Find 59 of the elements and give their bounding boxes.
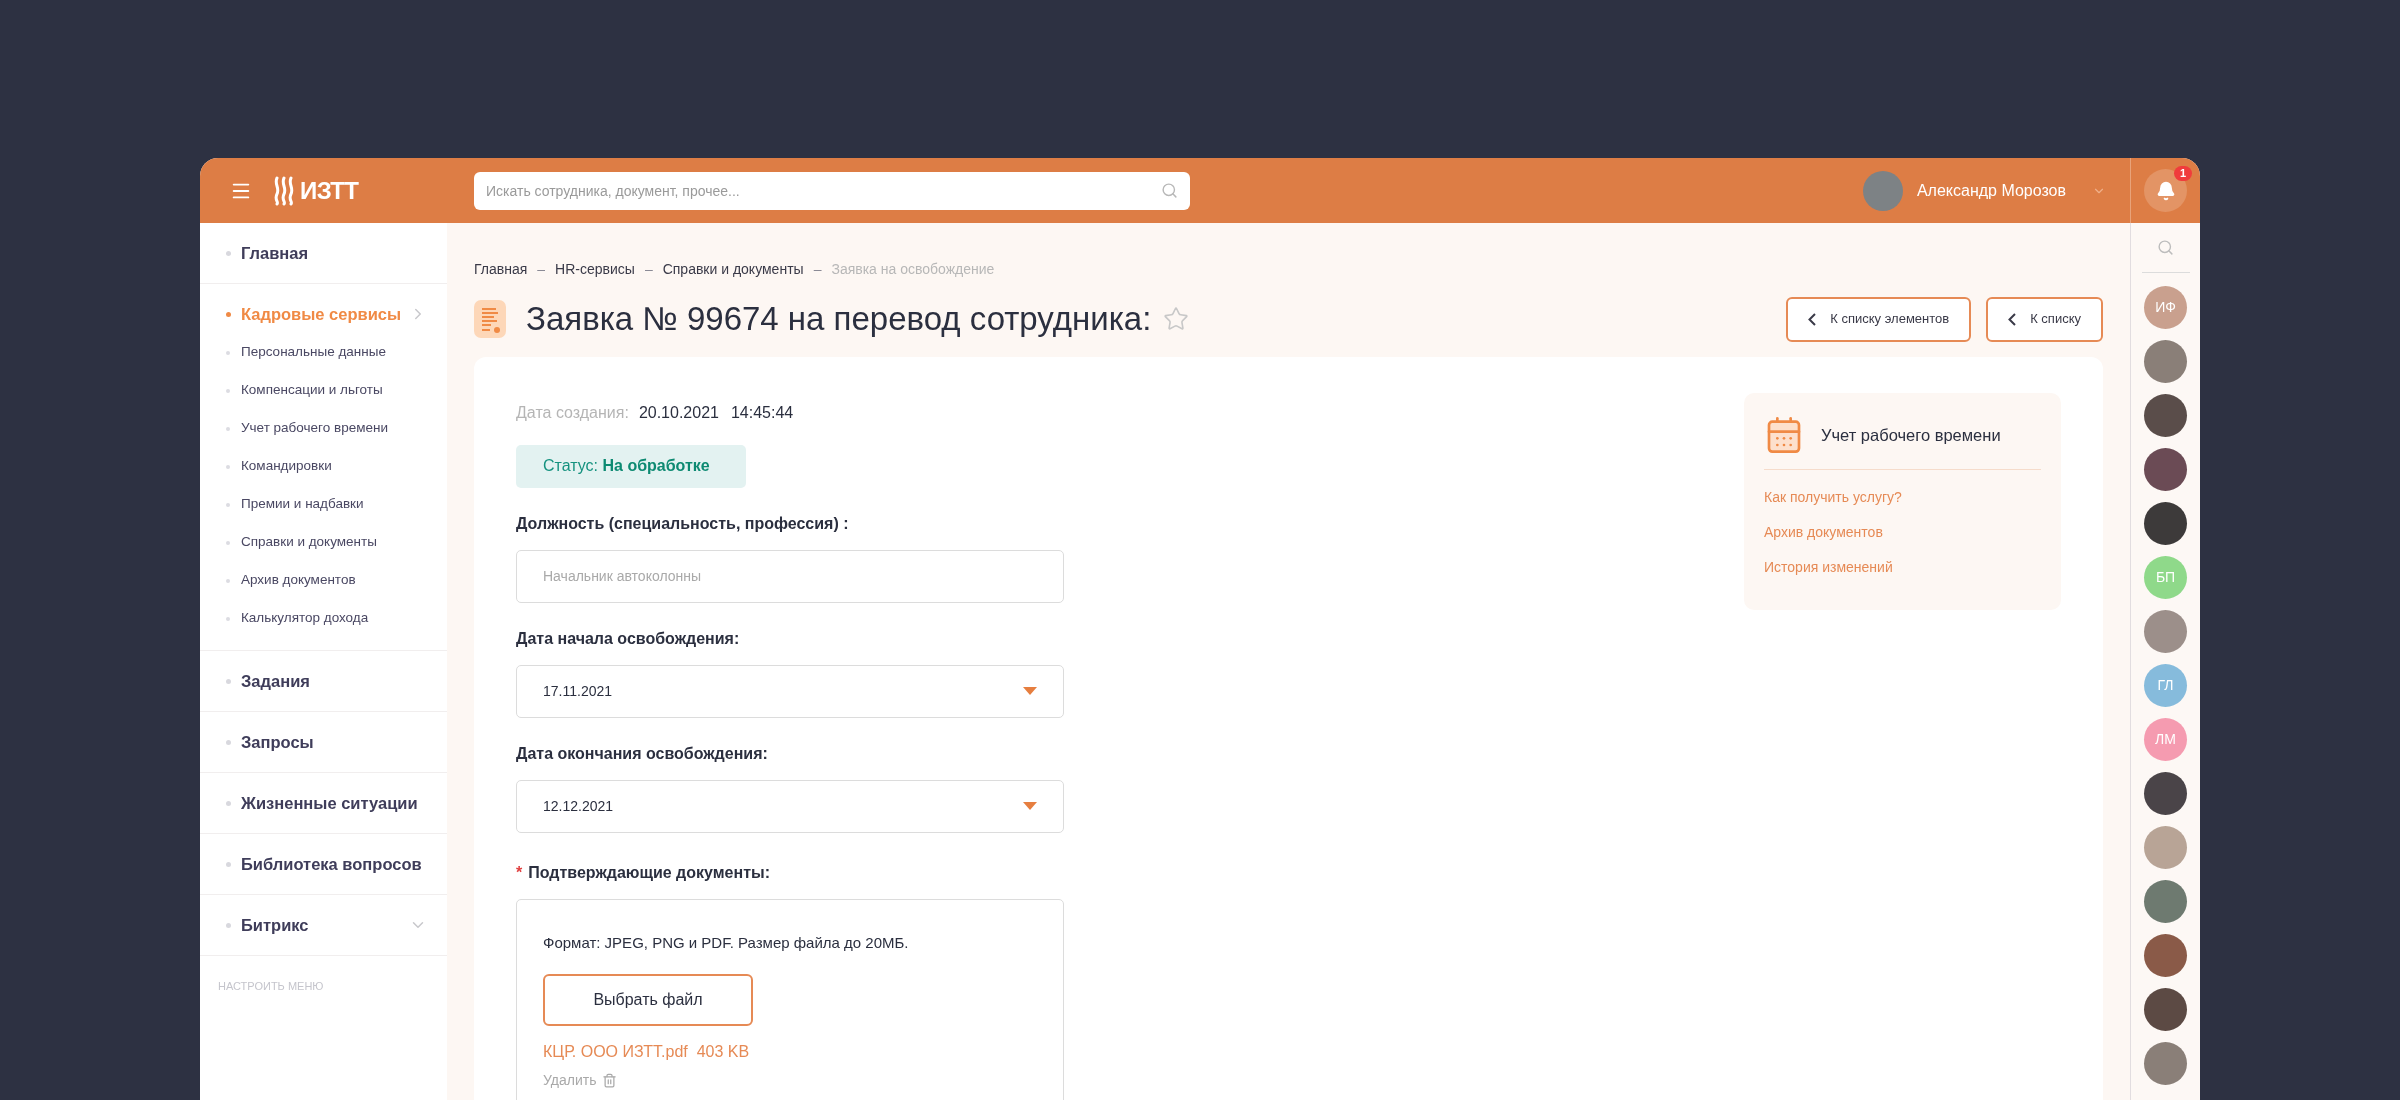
trash-icon[interactable] — [602, 1073, 618, 1089]
text-field[interactable]: Начальник автоколонны — [516, 549, 1064, 603]
required-asterisk: * — [516, 862, 523, 883]
contact-avatar[interactable] — [2144, 934, 2187, 977]
page-title: Заявка № 99674 на перевод сотрудника: — [526, 299, 1152, 340]
flame-logo-icon — [272, 175, 296, 206]
field-label: Подтверждающие документы: — [528, 862, 770, 883]
search-icon[interactable] — [1161, 181, 1178, 199]
search-field[interactable]: Искать сотрудника, документ, прочее... — [474, 171, 1190, 210]
sidebar-item[interactable]: Запросы — [241, 729, 314, 755]
created-date: 20.10.2021 — [638, 403, 719, 423]
chevron-left-icon — [1808, 312, 1817, 326]
sidebar-subitem[interactable]: Персональные данные — [241, 342, 386, 363]
notification-button[interactable] — [2144, 169, 2187, 212]
status-badge: Статус: На обработке — [516, 445, 746, 488]
sidebar-subitem[interactable]: Справки и документы — [241, 532, 377, 553]
star-icon[interactable] — [1163, 306, 1190, 332]
breadcrumb-separator: – — [644, 260, 653, 279]
contact-avatar[interactable] — [2144, 502, 2187, 545]
contact-avatar[interactable] — [2144, 988, 2187, 1031]
sidebar-item[interactable]: Главная — [241, 240, 309, 266]
sidebar-subitem[interactable]: Премии и надбавки — [241, 494, 364, 515]
breadcrumb-separator: – — [813, 260, 822, 279]
contact-avatar[interactable] — [2144, 394, 2187, 437]
sidebar-item[interactable]: Битрикс — [241, 912, 309, 938]
field-label: Должность (специальность, профессия) : — [516, 513, 850, 534]
search-icon[interactable] — [2157, 239, 2174, 256]
field-label: Дата окончания освобождения: — [516, 743, 769, 764]
bell-icon — [2155, 180, 2176, 201]
back-button[interactable]: К списку элементов — [1786, 296, 1972, 342]
breadcrumb-separator: – — [537, 260, 546, 279]
dropdown-triangle-icon — [1023, 802, 1037, 811]
notification-badge: 1 — [2174, 166, 2192, 181]
sidebar-subitem[interactable]: Компенсации и льготы — [241, 380, 383, 401]
logo-text: ИЗТТ — [300, 175, 359, 206]
sidebar-item[interactable]: Жизненные ситуации — [241, 790, 418, 816]
breadcrumb-link[interactable]: HR-сервисы — [555, 259, 635, 280]
choose-file-button[interactable]: Выбрать файл — [543, 974, 753, 1027]
dropdown-triangle-icon — [1023, 687, 1037, 696]
sidebar-subitem[interactable]: Архив документов — [241, 570, 356, 591]
created-label: Дата создания: — [516, 403, 629, 423]
created-time: 14:45:44 — [730, 403, 794, 423]
breadcrumb-link[interactable]: Главная — [474, 259, 528, 280]
panel-title: Учет рабочего времени — [1821, 424, 2001, 446]
chevron-left-icon — [2008, 312, 2017, 326]
format-hint: Формат: JPEG, PNG и PDF. Размер файла до 20МБ. — [543, 932, 909, 953]
sidebar-subitem[interactable]: Учет рабочего времени — [241, 418, 388, 439]
contact-avatar[interactable] — [2144, 448, 2187, 491]
sidebar-item[interactable]: Библиотека вопросов — [241, 851, 422, 877]
breadcrumb-link[interactable]: Справки и документы — [662, 259, 804, 280]
contact-avatar[interactable] — [2144, 772, 2187, 815]
sidebar-subitem[interactable]: Командировки — [241, 456, 332, 477]
date-dropdown[interactable]: 17.11.2021 — [516, 664, 1064, 718]
sidebar-item[interactable]: Задания — [241, 668, 310, 694]
date-dropdown[interactable]: 12.12.2021 — [516, 779, 1064, 833]
field-label: Дата начала освобождения: — [516, 628, 741, 649]
sidebar-subitem[interactable]: Калькулятор дохода — [241, 608, 369, 629]
document-icon — [474, 300, 506, 338]
back-button[interactable]: К списку — [1986, 296, 2103, 342]
